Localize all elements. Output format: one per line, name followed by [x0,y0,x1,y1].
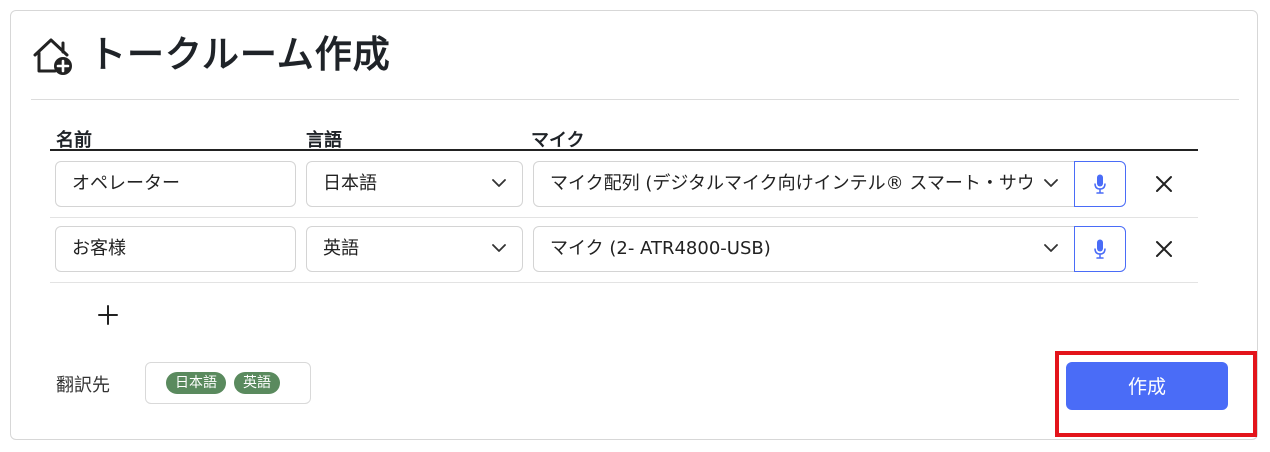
row-divider [50,282,1198,283]
translation-target-select[interactable]: 日本語 英語 [145,362,311,404]
language-select-value: 英語 [323,238,359,259]
remove-row-button[interactable] [1152,237,1176,261]
microphone-select-value: マイク (2- ATR4800-USB) [550,238,771,259]
chevron-down-icon [1044,244,1058,252]
chevron-down-icon [492,244,506,252]
plus-icon [98,305,118,325]
header-divider [31,99,1239,100]
page-title: トークルーム作成 [89,33,391,76]
chevron-down-icon [492,179,506,187]
home-add-icon [33,38,72,75]
close-icon [1156,176,1172,192]
microphone-icon [1094,239,1106,259]
translation-target-label: 翻訳先 [56,375,110,396]
mic-test-button[interactable] [1074,161,1126,207]
microphone-select[interactable]: マイク配列 (デジタルマイク向けインテル® スマート・サウンド・テク [533,161,1075,207]
chevron-down-icon [1044,179,1058,187]
microphone-select[interactable]: マイク (2- ATR4800-USB) [533,226,1075,272]
page-header: トークルーム作成 [31,33,391,77]
add-participant-button[interactable] [96,303,120,327]
participant-name-value: オペレーター [72,173,180,194]
close-icon [1156,241,1172,257]
language-select[interactable]: 英語 [306,226,523,272]
participant-name-input[interactable]: お客様 [55,226,296,272]
row-divider [50,217,1198,218]
highlight-annotation [1055,351,1257,437]
microphone-select-value: マイク配列 (デジタルマイク向けインテル® スマート・サウンド・テク [550,173,1032,194]
participant-name-input[interactable]: オペレーター [55,161,296,207]
table-header-rule [50,149,1198,151]
language-chip[interactable]: 日本語 [166,372,226,394]
remove-row-button[interactable] [1152,172,1176,196]
participant-name-value: お客様 [72,238,126,259]
language-chip[interactable]: 英語 [234,372,280,394]
microphone-icon [1094,174,1106,194]
mic-test-button[interactable] [1074,226,1126,272]
language-select-value: 日本語 [323,173,377,194]
language-select[interactable]: 日本語 [306,161,523,207]
